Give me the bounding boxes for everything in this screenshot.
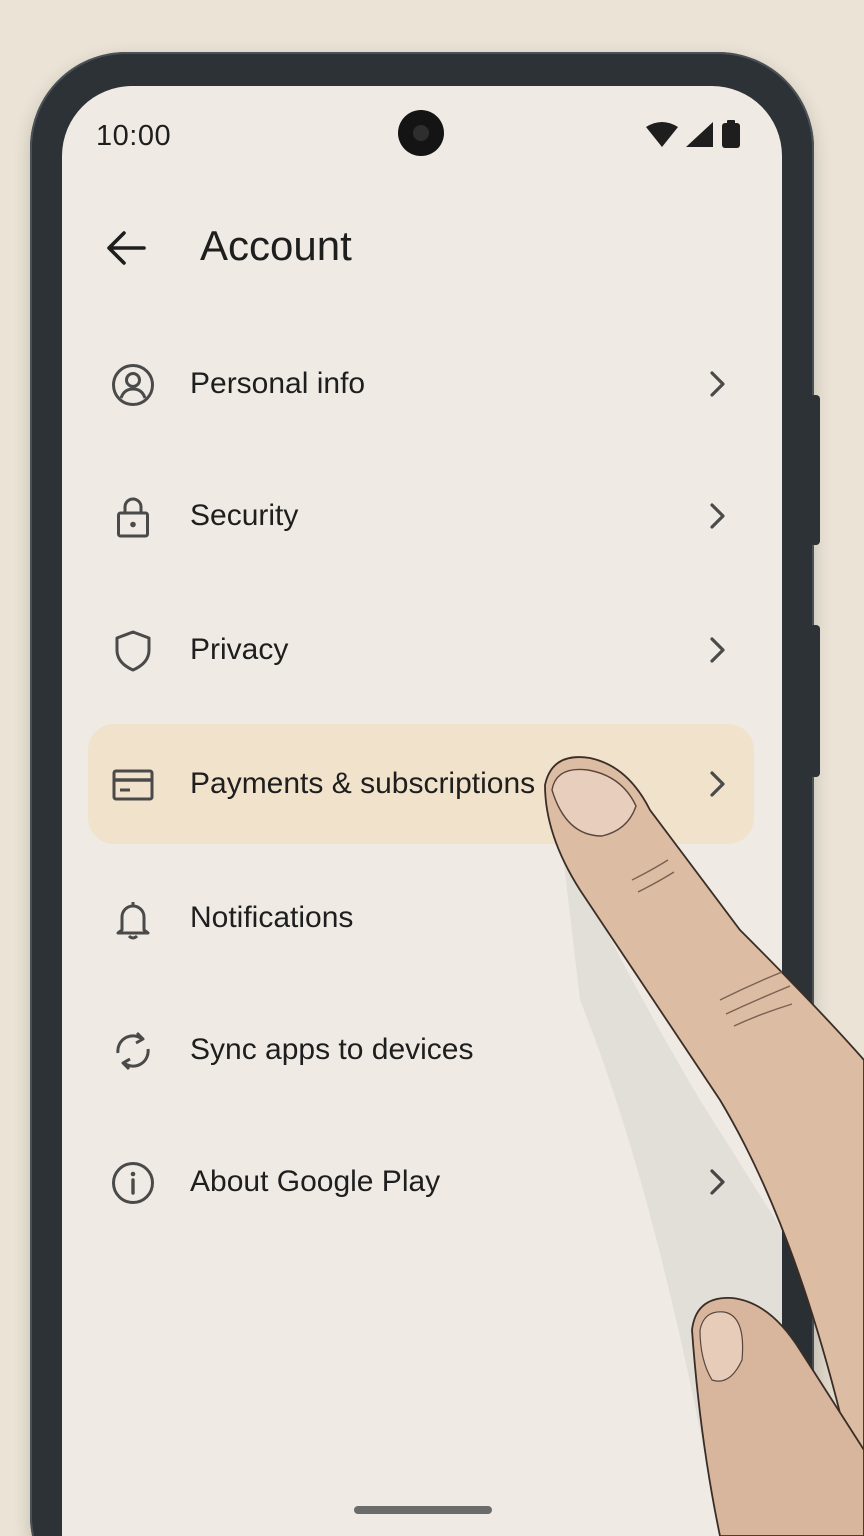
arrow-left-icon bbox=[107, 231, 146, 265]
battery-icon bbox=[722, 120, 740, 148]
account-circle-icon bbox=[112, 364, 154, 406]
chevron-right-icon bbox=[710, 1169, 725, 1195]
chevron-right-icon bbox=[710, 371, 725, 397]
menu-item-security[interactable]: Security bbox=[88, 456, 754, 576]
wifi-icon bbox=[646, 122, 678, 147]
menu-item-notifications[interactable]: Notifications bbox=[88, 858, 754, 978]
sync-icon bbox=[116, 1031, 150, 1071]
scene: 10:00 Account Personal info Security Pri… bbox=[0, 0, 864, 1536]
phone-screen: 10:00 Account Personal info Security Pri… bbox=[62, 86, 782, 1536]
menu-item-payments-subscriptions[interactable]: Payments & subscriptions bbox=[88, 724, 754, 844]
lock-icon bbox=[117, 497, 149, 538]
chevron-right-icon bbox=[710, 503, 725, 529]
menu-item-personal-info[interactable]: Personal info bbox=[88, 324, 754, 444]
page-title: Account bbox=[200, 222, 352, 269]
home-indicator[interactable] bbox=[354, 1506, 492, 1514]
volume-button bbox=[810, 625, 820, 777]
status-time: 10:00 bbox=[96, 120, 172, 152]
menu-item-about-google-play[interactable]: About Google Play bbox=[88, 1122, 754, 1242]
menu-item-label: Security bbox=[190, 499, 299, 532]
menu-item-label: Sync apps to devices bbox=[190, 1033, 474, 1066]
menu-item-label: Personal info bbox=[190, 367, 366, 400]
credit-card-icon bbox=[112, 769, 154, 801]
chevron-right-icon bbox=[710, 771, 725, 797]
menu-item-label: About Google Play bbox=[190, 1165, 441, 1198]
status-icons bbox=[646, 120, 740, 148]
menu-item-privacy[interactable]: Privacy bbox=[88, 590, 754, 710]
power-button bbox=[810, 395, 820, 545]
front-camera bbox=[398, 110, 444, 156]
menu-item-label: Privacy bbox=[190, 633, 289, 666]
back-button[interactable] bbox=[98, 224, 154, 272]
chevron-right-icon bbox=[710, 637, 725, 663]
menu-item-sync-apps[interactable]: Sync apps to devices bbox=[88, 990, 754, 1110]
menu-item-label: Notifications bbox=[190, 901, 354, 934]
bell-icon bbox=[116, 902, 150, 940]
menu-item-label: Payments & subscriptions bbox=[190, 767, 536, 800]
info-icon bbox=[112, 1162, 154, 1204]
shield-icon bbox=[115, 630, 151, 672]
signal-icon bbox=[686, 122, 713, 147]
